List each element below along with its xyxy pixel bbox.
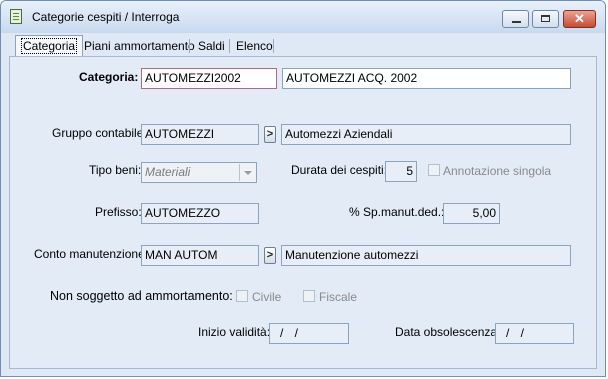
minimize-icon (512, 21, 521, 23)
maximize-icon (541, 15, 550, 22)
fiscale-label: Fiscale (319, 290, 358, 304)
tab-piani-ammortamento[interactable]: Piani ammortamento (79, 37, 200, 55)
annotazione-singola-checkbox[interactable] (428, 164, 440, 176)
categoria-code-field[interactable]: AUTOMEZZI2002 (141, 68, 277, 89)
conto-manutenzione-code-field[interactable]: MAN AUTOM (141, 245, 259, 266)
non-soggetto-label: Non soggetto ad ammortamento: (50, 289, 233, 303)
civile-checkbox[interactable] (236, 290, 248, 302)
tab-separator (189, 39, 190, 53)
title-bar[interactable]: Categorie cespiti / Interroga ✕ (1, 1, 605, 33)
maximize-button[interactable] (532, 10, 559, 28)
tab-label: Elenco (236, 39, 273, 53)
tipo-beni-select[interactable]: Materiali (141, 162, 257, 183)
close-icon: ✕ (574, 11, 585, 26)
inizio-validita-label: Inizio validità: (198, 325, 271, 339)
minimize-button[interactable] (502, 10, 529, 28)
close-button[interactable]: ✕ (563, 10, 596, 28)
durata-cespiti-field[interactable]: 5 (385, 161, 417, 182)
conto-manutenzione-label: Conto manutenzione: (34, 247, 149, 261)
conto-manutenzione-lookup-button[interactable]: > (264, 247, 276, 264)
tab-elenco[interactable]: Elenco (231, 37, 278, 55)
durata-cespiti-label: Durata dei cespiti: (291, 163, 388, 177)
inizio-validita-field[interactable]: / / (269, 323, 349, 344)
app-window: Categorie cespiti / Interroga ✕ Categori… (0, 0, 606, 377)
sp-manut-label: % Sp.manut.ded.: (349, 205, 445, 219)
civile-label: Civile (252, 290, 282, 304)
app-document-icon (10, 9, 22, 24)
gruppo-contabile-description-field[interactable]: Automezzi Aziendali (281, 124, 571, 145)
data-obsolescenza-label: Data obsolescenza: (395, 325, 501, 339)
gruppo-contabile-code-field[interactable]: AUTOMEZZI (141, 124, 259, 145)
chevron-down-icon[interactable] (239, 164, 255, 181)
conto-manutenzione-description-field[interactable]: Manutenzione automezzi (281, 245, 571, 266)
gruppo-contabile-label: Gruppo contabile: (52, 126, 147, 140)
fiscale-checkbox[interactable] (303, 290, 315, 302)
annotazione-singola-label: Annotazione singola (443, 164, 552, 178)
tab-separator (273, 39, 274, 53)
data-obsolescenza-field[interactable]: / / (495, 323, 574, 344)
tab-label: Categoria (21, 38, 78, 54)
tab-separator (229, 39, 230, 53)
tab-categoria[interactable]: Categoria (15, 35, 84, 56)
prefisso-label: Prefisso: (95, 205, 142, 219)
window-title: Categorie cespiti / Interroga (32, 10, 180, 24)
categoria-label: Categoria: (79, 70, 139, 84)
tab-saldi[interactable]: Saldi (193, 37, 230, 55)
gruppo-contabile-lookup-button[interactable]: > (264, 126, 276, 143)
sp-manut-field[interactable]: 5,00 (443, 203, 500, 224)
tipo-beni-label: Tipo beni: (89, 163, 142, 177)
tipo-beni-value: Materiali (145, 165, 191, 179)
categoria-description-field[interactable]: AUTOMEZZI ACQ. 2002 (282, 68, 571, 89)
prefisso-field[interactable]: AUTOMEZZO (141, 203, 259, 224)
tab-label: Saldi (198, 39, 225, 53)
tab-label: Piani ammortamento (84, 39, 195, 53)
